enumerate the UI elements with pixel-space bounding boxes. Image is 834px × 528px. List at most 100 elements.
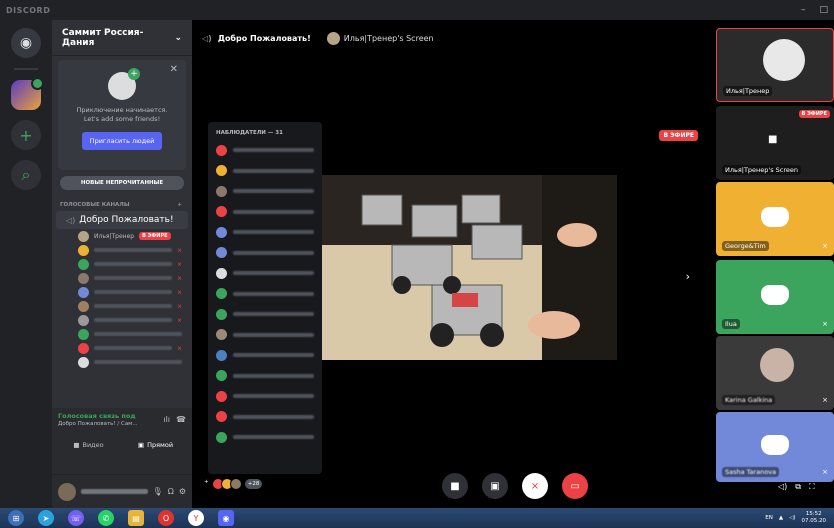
avatar	[216, 206, 227, 218]
participant-tile[interactable]: В ЭФИРЕ ■ Илья|Тренер's Screen	[716, 106, 834, 180]
disconnect-icon[interactable]: ☎	[176, 415, 186, 424]
participant-name: Sasha Taranova	[722, 467, 780, 477]
add-server-button[interactable]: +	[11, 120, 41, 150]
mic-icon[interactable]: 🎙	[153, 487, 163, 496]
fullscreen-icon[interactable]: ⛶	[809, 482, 815, 492]
screen-share-video[interactable]	[322, 175, 617, 360]
server-header[interactable]: Саммит Россия-Дания ⌄	[52, 20, 192, 56]
voice-user[interactable]: ⨯	[52, 341, 192, 355]
user-panel: 🎙 Ω ⚙	[52, 474, 192, 508]
add-channel-icon[interactable]: +	[177, 202, 182, 208]
viewer-row[interactable]	[216, 202, 314, 223]
voice-channel-path: Добро Пожаловать! / Сам...	[58, 421, 138, 427]
camera-icon: ■	[450, 480, 460, 492]
volume-icon[interactable]: ◁)	[789, 515, 795, 521]
voice-channel[interactable]: ◁) Добро Пожаловать!	[56, 211, 188, 229]
avatar	[216, 267, 227, 279]
viewer-row[interactable]	[216, 427, 314, 448]
server-icon[interactable]	[11, 77, 44, 110]
viewer-row[interactable]	[216, 284, 314, 305]
voice-user[interactable]	[52, 327, 192, 341]
viber-icon[interactable]: ☏	[68, 510, 84, 526]
yandex-browser-icon[interactable]: Y	[188, 510, 204, 526]
voice-user[interactable]: ⨯	[52, 299, 192, 313]
disconnect-button[interactable]: ▭	[562, 473, 588, 499]
voice-status[interactable]: Голосовая связь под	[58, 412, 138, 420]
voice-user[interactable]	[52, 355, 192, 369]
start-icon[interactable]: ⊞	[8, 510, 24, 526]
voice-user-streamer[interactable]: Илья|Тренер В ЭФИРЕ	[52, 229, 192, 243]
maximize-button[interactable]: □	[819, 5, 828, 15]
new-unread-pill[interactable]: НОВЫЕ НЕПРОЧИТАННЫЕ	[60, 176, 184, 190]
minimize-button[interactable]: –	[801, 5, 806, 15]
voice-user[interactable]: ⨯	[52, 257, 192, 271]
popout-icon[interactable]: ⧉	[795, 482, 801, 492]
screen-label: Прямой	[147, 441, 174, 449]
viewer-avatars[interactable]: ⁺ +28	[204, 478, 263, 490]
volume-icon[interactable]: ◁)	[778, 482, 787, 492]
viewer-row[interactable]	[216, 161, 314, 182]
discord-logo-icon: ◉	[19, 35, 33, 51]
opera-icon[interactable]: O	[158, 510, 174, 526]
mute-button[interactable]: ⨯	[522, 473, 548, 499]
user-avatar[interactable]	[58, 482, 76, 501]
video-button[interactable]: ■ Видео	[58, 437, 119, 453]
participant-tiles: ⚑ ⁞⁞ Илья|Тренер В ЭФИРЕ ■ Илья|Тренер's…	[712, 20, 834, 508]
invite-line-2: Let's add some friends!	[83, 115, 161, 123]
add-person-icon[interactable]: ⁺	[204, 479, 209, 489]
participant-tile[interactable]: Sasha Taranova ⨯	[716, 412, 834, 482]
viewer-row[interactable]	[216, 386, 314, 407]
viewer-row[interactable]	[216, 304, 314, 325]
viewer-row[interactable]	[216, 366, 314, 387]
avatar	[78, 286, 89, 298]
viewer-row[interactable]	[216, 263, 314, 284]
camera-button[interactable]: ■	[442, 473, 468, 499]
viewer-row[interactable]	[216, 243, 314, 264]
viewer-row[interactable]	[216, 407, 314, 428]
clock-date[interactable]: 07.05.20	[802, 518, 827, 525]
discord-taskbar-icon[interactable]: ◉	[218, 510, 234, 526]
telegram-icon[interactable]: ➤	[38, 510, 54, 526]
screen-share-toggle[interactable]: ▣	[482, 473, 508, 499]
chevron-right-icon[interactable]: ›	[686, 270, 690, 283]
participant-tile[interactable]: Ilua ⨯	[716, 260, 834, 334]
voice-user[interactable]: ⨯	[52, 285, 192, 299]
participant-avatar	[760, 348, 794, 382]
voice-user[interactable]: ⨯	[52, 271, 192, 285]
voice-category[interactable]: ГОЛОСОВЫЕ КАНАЛЫ +	[52, 202, 192, 208]
participant-tile[interactable]: Илья|Тренер	[716, 28, 834, 102]
viewer-row[interactable]	[216, 325, 314, 346]
tile-footer-controls: ◁) ⧉ ⛶	[778, 482, 815, 492]
muted-mic-icon: ⨯	[176, 246, 182, 254]
file-explorer-icon[interactable]: ▤	[128, 510, 144, 526]
viewer-row[interactable]	[216, 140, 314, 161]
avatar	[78, 356, 89, 368]
viewer-row[interactable]	[216, 345, 314, 366]
participant-tile[interactable]: George&Tim ⨯	[716, 182, 834, 256]
participant-name: Karina Galkina	[722, 395, 776, 405]
noise-suppression-icon[interactable]: ılı	[163, 415, 170, 424]
avatar	[78, 328, 89, 340]
network-icon[interactable]: ▲	[779, 515, 783, 521]
clock-time[interactable]: 15:52	[806, 511, 822, 518]
participant-name: Илья|Тренер's Screen	[722, 165, 802, 175]
blurred-name	[94, 276, 172, 280]
avatar	[78, 272, 89, 284]
viewer-row[interactable]	[216, 222, 314, 243]
headphones-icon[interactable]: Ω	[168, 487, 174, 496]
muted-mic-icon: ⨯	[176, 260, 182, 268]
blurred-name	[94, 304, 172, 308]
close-icon[interactable]: ✕	[170, 64, 178, 75]
voice-user[interactable]: ⨯	[52, 313, 192, 327]
viewer-row[interactable]	[216, 181, 314, 202]
whatsapp-icon[interactable]: ✆	[98, 510, 114, 526]
voice-user[interactable]: ⨯	[52, 243, 192, 257]
screen-share-button[interactable]: ▣ Прямой	[125, 437, 186, 453]
invite-people-button[interactable]: Пригласить людей	[82, 132, 162, 150]
gear-icon[interactable]: ⚙	[179, 487, 186, 496]
participant-tile[interactable]: Karina Galkina ⨯	[716, 336, 834, 410]
home-button[interactable]: ◉	[11, 28, 41, 58]
viewers-header: НАБЛЮДАТЕЛИ — 31	[216, 130, 283, 136]
input-language[interactable]: EN	[765, 515, 773, 521]
explore-button[interactable]: ⌕	[11, 160, 41, 190]
